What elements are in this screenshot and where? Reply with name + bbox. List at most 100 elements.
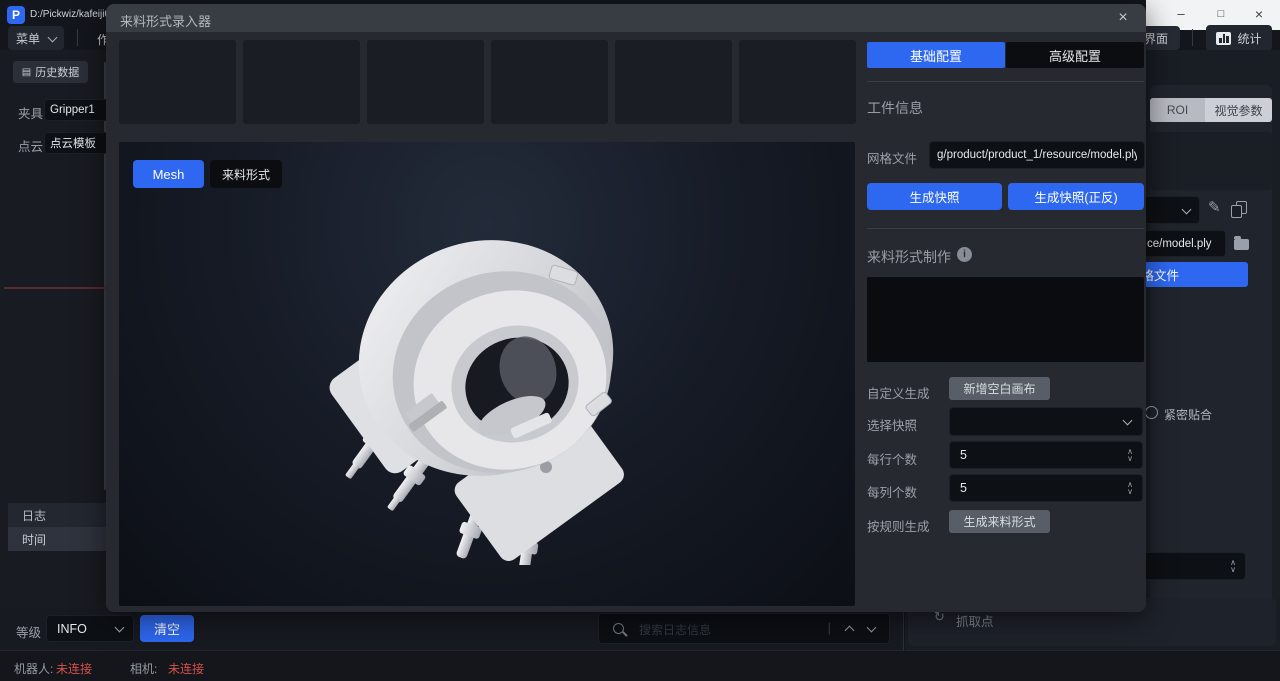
app-logo: P [7, 6, 25, 24]
modal-close-icon[interactable]: × [1112, 6, 1134, 30]
history-icon: ▤ [22, 67, 31, 78]
fixture-label: 夹具 [18, 103, 43, 122]
stats-icon [1216, 32, 1231, 45]
select-snapshot-dropdown[interactable] [949, 407, 1143, 436]
tab-roi-label: ROI [1167, 103, 1188, 117]
config-tab-basic[interactable]: 基础配置 [867, 42, 1005, 68]
menubar-separator-right [1192, 29, 1193, 46]
incoming-section-title: 来料形式制作 [867, 247, 951, 267]
snapshot-thumbnail[interactable] [367, 40, 484, 124]
search-separator: | [828, 620, 831, 635]
history-data-label: 历史数据 [35, 64, 79, 80]
modal-header[interactable]: 来料形式录入器 × [106, 4, 1146, 32]
custom-generate-label: 自定义生成 [867, 383, 930, 402]
stats-button[interactable]: 统计 [1206, 25, 1272, 51]
generate-incoming-label: 生成来料形式 [963, 513, 1035, 530]
snapshot-thumbnail[interactable] [491, 40, 608, 124]
viewer-tab-incoming-label: 来料形式 [222, 166, 270, 183]
folder-icon[interactable] [1234, 239, 1249, 250]
robot-status-value: 未连接 [56, 660, 92, 677]
config-tab-advanced[interactable]: 高级配置 [1006, 42, 1144, 68]
viewer-tab-mesh-label: Mesh [153, 167, 185, 182]
search-next-icon[interactable] [867, 623, 877, 633]
robot-status-label: 机器人: [14, 660, 53, 677]
per-col-value: 5 [960, 481, 967, 495]
generate-snapshot-both-button[interactable]: 生成快照(正反) [1008, 183, 1144, 210]
stats-button-label: 统计 [1237, 30, 1261, 47]
mesh-file-label: 网格文件 [867, 148, 917, 167]
tab-vision-params[interactable]: 视觉参数 [1205, 98, 1272, 122]
search-icon [613, 623, 624, 634]
generate-incoming-button[interactable]: 生成来料形式 [949, 510, 1050, 533]
incoming-form-recorder-modal: 来料形式录入器 × Mesh 来料形式 [106, 4, 1146, 612]
viewer-tab-incoming[interactable]: 来料形式 [210, 160, 282, 188]
snapshot-thumbnail[interactable] [243, 40, 360, 124]
camera-status-value: 未连接 [168, 660, 204, 677]
menu-button[interactable]: 菜单 [8, 26, 64, 50]
chevron-down-icon [1182, 205, 1192, 215]
log-level-select[interactable]: INFO [46, 615, 134, 642]
search-prev-icon[interactable] [845, 626, 855, 636]
generate-snapshot-label: 生成快照 [909, 187, 959, 206]
menubar-separator [77, 29, 78, 46]
tab-roi[interactable]: ROI [1150, 98, 1205, 122]
per-col-label: 每列个数 [867, 482, 917, 501]
new-blank-canvas-button[interactable]: 新增空白画布 [949, 377, 1050, 400]
log-level-value: INFO [57, 622, 87, 636]
config-tab-advanced-label: 高级配置 [1049, 46, 1101, 65]
edit-icon[interactable]: ✎ [1208, 198, 1221, 216]
chevron-down-icon [115, 622, 125, 632]
per-row-label: 每行个数 [867, 449, 917, 468]
section-divider [867, 81, 1144, 82]
pointcloud-label: 点云 [18, 136, 43, 155]
right-panel-inner-box [1150, 132, 1272, 190]
snapshot-thumbnail-row [119, 40, 859, 124]
log-level-label: 等级 [16, 622, 41, 641]
tab-vision-params-label: 视觉参数 [1214, 102, 1262, 119]
chevron-down-icon [48, 32, 58, 42]
viewer-tab-mesh[interactable]: Mesh [133, 160, 204, 188]
snapshot-canvas [867, 277, 1144, 362]
generate-snapshot-both-label: 生成快照(正反) [1034, 187, 1117, 206]
log-tab-log-label: 日志 [22, 507, 46, 524]
panel-divider [903, 608, 904, 650]
grasp-point-label: 抓取点 [956, 611, 994, 630]
mesh-file-input[interactable] [929, 141, 1145, 169]
workpiece-section-title: 工件信息 [867, 98, 923, 118]
menu-button-label: 菜单 [16, 30, 40, 47]
tight-fit-radio[interactable] [1145, 406, 1158, 419]
snapshot-thumbnail[interactable] [615, 40, 732, 124]
snapshot-thumbnail[interactable] [739, 40, 856, 124]
modal-title: 来料形式录入器 [120, 11, 211, 30]
statusbar: 机器人: 未连接 相机: 未连接 [0, 650, 1280, 681]
log-tab-time-label: 时间 [22, 531, 46, 548]
per-row-spinner[interactable]: 5 ∧∨ [949, 441, 1143, 469]
camera-status-label: 相机: [130, 660, 157, 677]
log-tab-time[interactable]: 时间 [8, 527, 108, 551]
spinner-arrows-icon[interactable]: ∧∨ [1230, 559, 1236, 573]
mesh-viewer[interactable]: Mesh 来料形式 [119, 142, 855, 606]
per-row-value: 5 [960, 448, 967, 462]
log-search-input[interactable] [637, 617, 811, 642]
snapshot-thumbnail[interactable] [119, 40, 236, 124]
copy-icon[interactable] [1236, 201, 1247, 214]
clear-log-label: 清空 [154, 619, 180, 638]
3d-model [314, 220, 659, 565]
tight-fit-label: 紧密贴合 [1164, 406, 1212, 423]
per-col-spinner[interactable]: 5 ∧∨ [949, 474, 1143, 502]
section-divider [867, 228, 1144, 229]
log-tab-log[interactable]: 日志 [8, 503, 108, 527]
chevron-down-icon [1123, 416, 1133, 426]
sidebar-red-divider [4, 287, 108, 289]
select-snapshot-label: 选择快照 [867, 415, 917, 434]
rule-generate-label: 按规则生成 [867, 516, 930, 535]
info-icon[interactable]: i [957, 247, 972, 262]
generate-snapshot-button[interactable]: 生成快照 [867, 183, 1002, 210]
clear-log-button[interactable]: 清空 [140, 615, 194, 642]
spinner-arrows-icon[interactable]: ∧∨ [1127, 448, 1133, 462]
spinner-arrows-icon[interactable]: ∧∨ [1127, 481, 1133, 495]
history-data-button[interactable]: ▤ 历史数据 [13, 61, 88, 83]
new-blank-canvas-label: 新增空白画布 [963, 380, 1035, 397]
model-path-value: ce/model.ply [1147, 238, 1212, 250]
window-title: D:/Pickwiz/kafeiji072 [30, 9, 106, 20]
